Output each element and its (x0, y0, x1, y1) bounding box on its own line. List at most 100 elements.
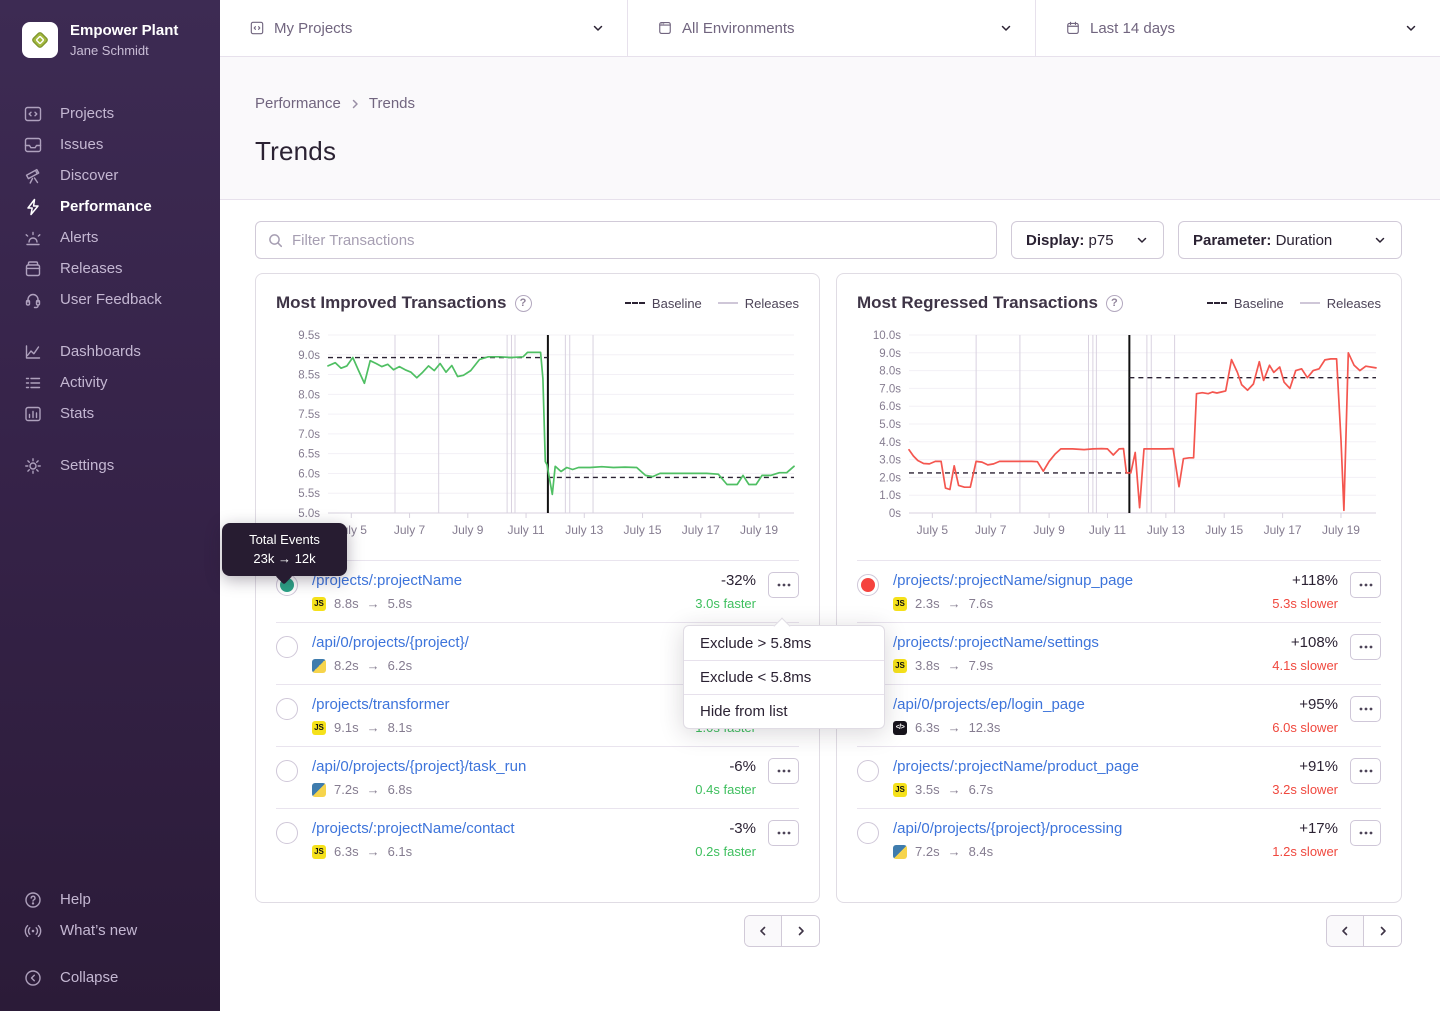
svg-text:7.0s: 7.0s (298, 429, 320, 441)
help-circle-icon[interactable]: ? (515, 295, 532, 312)
transaction-link[interactable]: /api/0/projects/{project}/task_run (312, 758, 685, 775)
sidebar-item-activity[interactable]: Activity (0, 367, 220, 398)
svg-text:July 15: July 15 (624, 523, 662, 537)
parameter-dropdown[interactable]: Parameter: Duration (1178, 221, 1402, 259)
sidebar-item-label: User Feedback (60, 291, 162, 308)
javascript-icon: JS (312, 845, 326, 859)
transaction-link[interactable]: /api/0/projects/ep/login_page (893, 696, 1262, 713)
svg-text:6.5s: 6.5s (298, 449, 320, 461)
project-selector[interactable]: My Projects (220, 0, 627, 56)
sidebar-item-settings[interactable]: Settings (0, 450, 220, 481)
svg-text:6.0s: 6.0s (879, 401, 901, 413)
activity-icon (24, 374, 42, 392)
tooltip-title: Total Events (230, 532, 339, 547)
sidebar-item-alerts[interactable]: Alerts (0, 222, 220, 253)
sidebar-item-releases[interactable]: Releases (0, 253, 220, 284)
duration-to: 6.1s (388, 844, 413, 859)
sidebar-collapse-button[interactable]: Collapse (0, 962, 220, 993)
sidebar-item-label: Settings (60, 457, 114, 474)
project-selector-label: My Projects (274, 20, 581, 37)
transaction-link[interactable]: /projects/:projectName/signup_page (893, 572, 1262, 589)
display-dropdown[interactable]: Display: p75 (1011, 221, 1164, 259)
transaction-link[interactable]: /projects/:projectName/settings (893, 634, 1262, 651)
transaction-radio[interactable] (276, 636, 298, 658)
transaction-link[interactable]: /api/0/projects/{project}/ (312, 634, 746, 651)
javascript-icon: JS (893, 783, 907, 797)
transaction-link[interactable]: /projects/:projectName/product_page (893, 758, 1262, 775)
baseline-legend-icon (625, 302, 645, 304)
row-actions-button[interactable] (1350, 696, 1381, 722)
svg-text:4.0s: 4.0s (879, 437, 901, 449)
chevron-down-icon (1135, 233, 1149, 247)
issues-icon (24, 136, 42, 154)
settings-icon (24, 457, 42, 475)
help-circle-icon[interactable]: ? (1106, 295, 1123, 312)
previous-page-button[interactable] (745, 916, 782, 946)
sidebar-item-user-feedback[interactable]: User Feedback (0, 284, 220, 315)
daterange-selector[interactable]: Last 14 days (1035, 0, 1440, 56)
page-title: Trends (255, 136, 1402, 167)
svg-text:July 7: July 7 (975, 523, 1007, 537)
sidebar-item-dashboards[interactable]: Dashboards (0, 336, 220, 367)
svg-text:July 11: July 11 (1089, 523, 1126, 537)
org-switcher[interactable]: Empower Plant Jane Schmidt (0, 22, 220, 58)
trend-percent: +108% (1272, 634, 1338, 651)
sidebar: Empower Plant Jane Schmidt Projects Issu… (0, 0, 220, 1011)
menu-item-hide-from-list[interactable]: Hide from list (684, 694, 884, 728)
transaction-radio[interactable] (276, 698, 298, 720)
next-page-button[interactable] (1364, 916, 1401, 946)
menu-item-exclude-below[interactable]: Exclude < 5.8ms (684, 660, 884, 694)
transaction-radio[interactable] (857, 822, 879, 844)
diamond-logo-icon (29, 29, 51, 51)
table-row: /projects/:projectName/signup_page JS2.3… (857, 560, 1381, 622)
row-actions-button[interactable] (1350, 572, 1381, 598)
transaction-link[interactable]: /api/0/projects/{project}/processing (893, 820, 1262, 837)
sidebar-item-help[interactable]: Help (0, 884, 220, 915)
arrow-icon: → (948, 596, 961, 611)
code-icon: </> (893, 721, 907, 735)
sidebar-item-issues[interactable]: Issues (0, 129, 220, 160)
sidebar-item-discover[interactable]: Discover (0, 160, 220, 191)
row-actions-button[interactable] (1350, 758, 1381, 784)
row-actions-button[interactable] (1350, 634, 1381, 660)
svg-text:6.0s: 6.0s (298, 468, 320, 480)
trend-delta: 4.1s slower (1272, 658, 1338, 673)
svg-text:July 7: July 7 (394, 523, 426, 537)
transaction-link[interactable]: /projects/transformer (312, 696, 685, 713)
transaction-radio[interactable] (857, 760, 879, 782)
transaction-link[interactable]: /projects/:projectName/contact (312, 820, 685, 837)
row-actions-button[interactable] (768, 758, 799, 784)
dashboards-icon (24, 343, 42, 361)
transaction-link[interactable]: /projects/:projectName (312, 572, 685, 589)
sidebar-item-stats[interactable]: Stats (0, 398, 220, 429)
releases-legend-icon (1300, 302, 1320, 304)
sidebar-item-performance[interactable]: Performance (0, 191, 220, 222)
sidebar-item-whats-new[interactable]: What’s new (0, 915, 220, 946)
svg-text:7.0s: 7.0s (879, 383, 901, 395)
javascript-icon: JS (893, 659, 907, 673)
sidebar-item-projects[interactable]: Projects (0, 98, 220, 129)
trend-delta: 3.2s slower (1272, 782, 1338, 797)
transaction-radio[interactable] (276, 760, 298, 782)
breadcrumb-performance[interactable]: Performance (255, 95, 341, 112)
search-icon (268, 233, 283, 248)
svg-text:10.0s: 10.0s (873, 330, 901, 342)
row-actions-button[interactable] (768, 572, 799, 598)
trend-percent: +118% (1272, 572, 1338, 589)
transaction-radio[interactable] (857, 574, 879, 596)
next-page-button[interactable] (782, 916, 819, 946)
previous-page-button[interactable] (1327, 916, 1364, 946)
sidebar-item-label: Alerts (60, 229, 98, 246)
svg-text:July 19: July 19 (740, 523, 778, 537)
transaction-radio[interactable] (276, 822, 298, 844)
search-input[interactable] (292, 232, 984, 249)
duration-from: 9.1s (334, 720, 359, 735)
environment-selector[interactable]: All Environments (627, 0, 1035, 56)
duration-to: 7.9s (969, 658, 994, 673)
row-actions-button[interactable] (1350, 820, 1381, 846)
row-actions-button[interactable] (768, 820, 799, 846)
legend-baseline-label: Baseline (1234, 296, 1284, 311)
menu-item-exclude-above[interactable]: Exclude > 5.8ms (684, 626, 884, 660)
arrow-icon: → (367, 658, 380, 673)
svg-text:9.0s: 9.0s (298, 350, 320, 362)
